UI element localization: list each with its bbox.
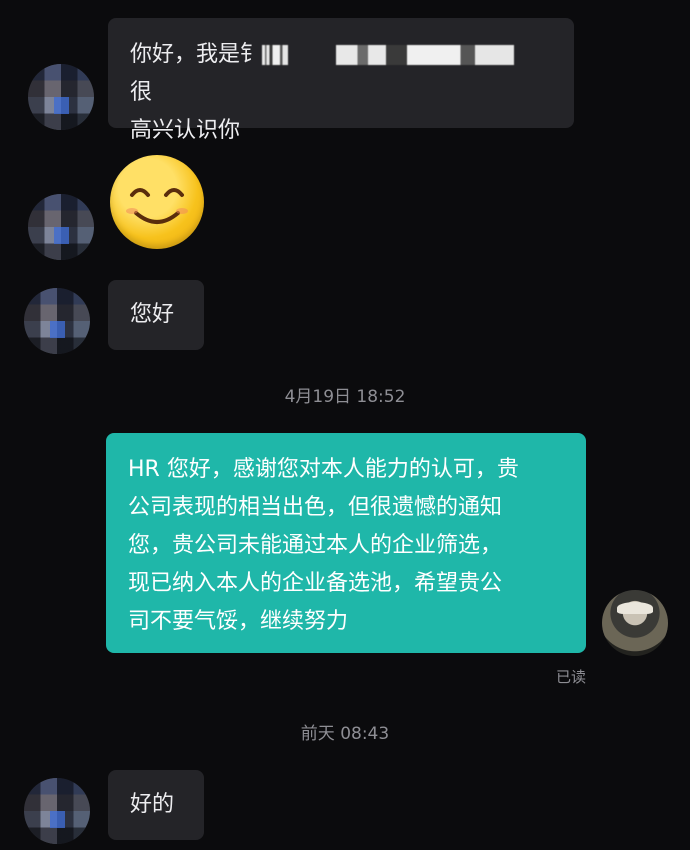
contact-avatar[interactable] [28, 194, 94, 260]
timestamp: 4月19日 18:52 [284, 387, 406, 407]
incoming-message-bubble[interactable]: 你好，我是钅很 高兴认识你 [108, 18, 574, 143]
message-text: 您好 [130, 302, 175, 327]
message-line: 您，贵公司未能通过本人的企业筛选， [128, 533, 503, 558]
message-text: 好的 [130, 792, 175, 817]
message-line: 公司表现的相当出色，但很遗憾的通知 [128, 495, 503, 520]
message-line: 你好，我是钅很 [130, 36, 552, 112]
redacted-block [336, 45, 515, 65]
message-text: 很 [130, 80, 153, 105]
read-receipt: 已读 [555, 668, 586, 686]
message-line: 高兴认识你 [130, 118, 241, 143]
contact-avatar[interactable] [24, 778, 90, 844]
outgoing-message-bubble[interactable]: HR 您好，感谢您对本人能力的认可，贵 公司表现的相当出色，但很遗憾的通知 您，… [106, 433, 586, 653]
message-line: 司不要气馁，继续努力 [128, 609, 349, 634]
incoming-message-bubble[interactable]: 好的 [108, 770, 204, 840]
incoming-message-bubble[interactable]: 您好 [108, 280, 204, 350]
contact-avatar[interactable] [24, 288, 90, 354]
smiling-face-icon [126, 188, 188, 224]
redacted-block [262, 45, 289, 65]
message-line: HR 您好，感谢您对本人能力的认可，贵 [128, 457, 519, 482]
message-text-partial: 钅 [240, 42, 263, 67]
message-text: 你好，我是 [130, 42, 241, 67]
chat-conversation: 你好，我是钅很 高兴认识你 您好 4月19日 18:52 HR 您好，感谢您对本… [0, 0, 690, 850]
user-avatar[interactable] [602, 590, 668, 656]
timestamp: 前天 08:43 [300, 724, 390, 744]
message-line: 现已纳入本人的企业备选池，希望贵公 [128, 571, 503, 596]
smiling-face-emoji-icon[interactable] [110, 155, 204, 249]
contact-avatar[interactable] [28, 64, 94, 130]
